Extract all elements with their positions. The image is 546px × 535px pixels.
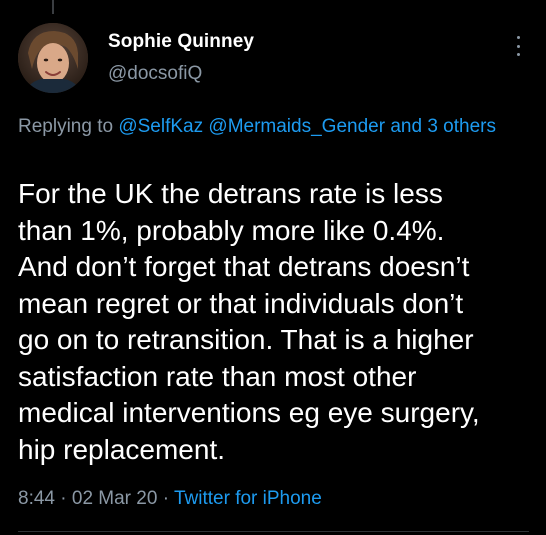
tweet-date: 02 Mar 20 xyxy=(71,488,158,509)
meta-separator: · xyxy=(162,488,170,509)
replying-prefix: Replying to xyxy=(18,116,114,137)
tweet-time: 8:44 xyxy=(18,488,55,509)
tweet-source-link[interactable]: Twitter for iPhone xyxy=(174,488,322,509)
author-handle[interactable]: @docsofiQ xyxy=(108,63,202,85)
more-vertical-icon[interactable] xyxy=(508,34,528,58)
mention-link-selfkaz[interactable]: @SelfKaz xyxy=(118,116,203,137)
replying-to-line: Replying to @SelfKaz @Mermaids_Gender an… xyxy=(18,114,508,139)
replying-joiner[interactable]: and xyxy=(390,116,422,137)
divider xyxy=(18,531,529,532)
avatar-photo xyxy=(18,23,88,93)
more-dot xyxy=(516,53,520,56)
mention-link-mermaids-gender[interactable]: @Mermaids_Gender xyxy=(208,116,385,137)
others-link[interactable]: 3 others xyxy=(427,116,496,137)
tweet-meta: 8:44 · 02 Mar 20 · Twitter for iPhone xyxy=(18,488,322,510)
avatar[interactable] xyxy=(18,23,88,93)
tweet-body: For the UK the detrans rate is less than… xyxy=(18,178,480,465)
more-dot xyxy=(516,44,520,48)
more-dot xyxy=(516,36,520,39)
meta-separator: · xyxy=(60,488,67,509)
thread-connector-line xyxy=(52,0,54,14)
author-display-name[interactable]: Sophie Quinney xyxy=(108,31,254,53)
